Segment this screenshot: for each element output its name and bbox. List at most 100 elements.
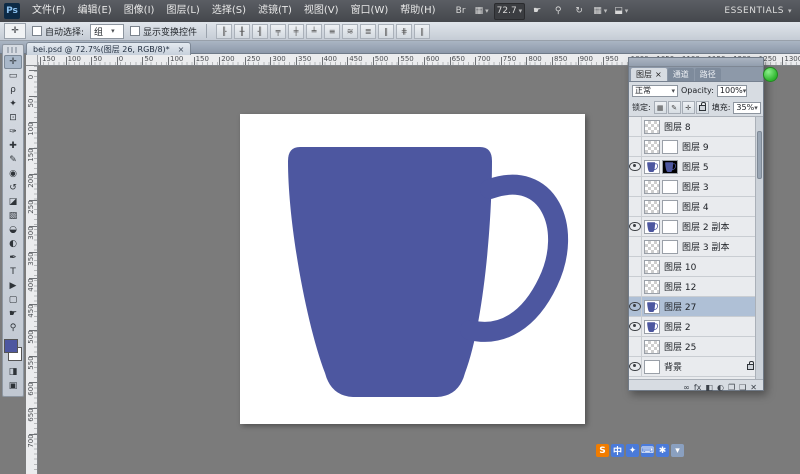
quick-mask-button[interactable]: ◨ (4, 365, 22, 379)
input-symbol-icon[interactable]: ✦ (626, 444, 639, 457)
eraser-tool[interactable]: ◪ (4, 195, 22, 209)
menu-item-4[interactable]: 选择(S) (206, 0, 252, 22)
menu-item-1[interactable]: 编辑(E) (72, 0, 118, 22)
screen-mode-button[interactable]: ▣ (4, 379, 22, 393)
align-bottom-icon[interactable]: ╧ (306, 24, 322, 39)
new-layer-icon[interactable]: ❏ (739, 383, 746, 392)
layer-row-9[interactable]: 图层 27 (629, 297, 763, 317)
layer-row-11[interactable]: 图层 25 (629, 337, 763, 357)
keyboard-icon[interactable]: ⌨ (641, 444, 654, 457)
visibility-toggle[interactable] (629, 117, 642, 136)
layer-row-3[interactable]: 图层 3 (629, 177, 763, 197)
sogou-icon[interactable]: S (596, 444, 609, 457)
layer-row-5[interactable]: 图层 2 副本 (629, 217, 763, 237)
layer-row-10[interactable]: 图层 2 (629, 317, 763, 337)
panel-dock-grip[interactable] (629, 58, 763, 67)
tab-close-icon[interactable]: × (655, 70, 662, 79)
layer-row-2[interactable]: 图层 5 (629, 157, 763, 177)
visibility-toggle[interactable] (629, 337, 642, 356)
menu-item-8[interactable]: 帮助(H) (394, 0, 441, 22)
brush-tool[interactable]: ✎ (4, 153, 22, 167)
align-hcenter-icon[interactable]: ╫ (234, 24, 250, 39)
visibility-toggle[interactable] (629, 317, 642, 336)
lasso-tool[interactable]: ρ (4, 83, 22, 97)
bridge-launch-icon[interactable]: Br (452, 4, 470, 19)
distribute-bottom-icon[interactable]: ≣ (360, 24, 376, 39)
distribute-vcenter-icon[interactable]: ≋ (342, 24, 358, 39)
menu-item-3[interactable]: 图层(L) (160, 0, 205, 22)
layer-row-4[interactable]: 图层 4 (629, 197, 763, 217)
visibility-toggle[interactable] (629, 237, 642, 256)
shape-tool[interactable]: ▢ (4, 293, 22, 307)
document-tab[interactable]: bei.psd @ 72.7%(图层 26, RGB/8)* × (26, 42, 191, 55)
blur-tool[interactable]: ◒ (4, 223, 22, 237)
link-layers-icon[interactable]: ∞ (683, 383, 690, 392)
zoom-level-box[interactable]: 72.7▾ (494, 3, 526, 20)
visibility-toggle[interactable] (629, 277, 642, 296)
pen-tool[interactable]: ✒ (4, 251, 22, 265)
add-mask-icon[interactable]: ◧ (705, 383, 713, 392)
gradient-tool[interactable]: ▧ (4, 209, 22, 223)
zoom-tool[interactable]: ⚲ (4, 321, 22, 335)
fill-dropdown[interactable]: 35% ▾ (733, 102, 760, 114)
settings-icon[interactable]: ✱ (656, 444, 669, 457)
document-canvas[interactable] (240, 114, 585, 424)
eyedropper-tool[interactable]: ✑ (4, 125, 22, 139)
input-cn-icon[interactable]: 中 (611, 444, 624, 457)
lock-position-icon[interactable]: ✛ (682, 101, 695, 114)
close-icon[interactable]: × (178, 45, 185, 54)
visibility-toggle[interactable] (629, 257, 642, 276)
layer-row-6[interactable]: 图层 3 副本 (629, 237, 763, 257)
distribute-left-icon[interactable]: ‖ (378, 24, 394, 39)
menu-item-0[interactable]: 文件(F) (26, 0, 72, 22)
layer-row-8[interactable]: 图层 12 (629, 277, 763, 297)
foreground-color-swatch[interactable] (4, 339, 18, 353)
distribute-top-icon[interactable]: ≡ (324, 24, 340, 39)
menu-item-2[interactable]: 图像(I) (118, 0, 161, 22)
visibility-toggle[interactable] (629, 197, 642, 216)
visibility-toggle[interactable] (629, 217, 642, 236)
visibility-toggle[interactable] (629, 157, 642, 176)
crop-tool[interactable]: ⊡ (4, 111, 22, 125)
lock-transparency-icon[interactable]: ▦ (654, 101, 667, 114)
visibility-toggle[interactable] (629, 297, 642, 316)
clone-stamp-tool[interactable]: ◉ (4, 167, 22, 181)
blend-mode-dropdown[interactable]: 正常 ▾ (632, 85, 678, 97)
history-brush-tool[interactable]: ↺ (4, 181, 22, 195)
checkbox-icon[interactable] (130, 26, 140, 36)
align-vcenter-icon[interactable]: ╪ (288, 24, 304, 39)
hand-tool-icon[interactable]: ☛ (528, 4, 546, 19)
hand-tool[interactable]: ☛ (4, 307, 22, 321)
menu-item-5[interactable]: 滤镜(T) (252, 0, 298, 22)
lock-pixels-icon[interactable]: ✎ (668, 101, 681, 114)
opacity-dropdown[interactable]: 100% ▾ (717, 85, 747, 97)
arrange-documents-icon[interactable]: ▦▾ (591, 4, 609, 19)
panel-tab-2[interactable]: 路径 (695, 68, 721, 81)
adjustment-layer-icon[interactable]: ◐ (717, 383, 724, 392)
path-selection-tool[interactable]: ▶ (4, 279, 22, 293)
delete-layer-icon[interactable]: ✕ (750, 383, 757, 392)
layer-row-1[interactable]: 图层 9 (629, 137, 763, 157)
rotate-view-icon[interactable]: ↻ (570, 4, 588, 19)
new-group-icon[interactable]: ❐ (728, 383, 735, 392)
auto-select-checkbox[interactable]: 自动选择: (32, 25, 84, 38)
layer-style-icon[interactable]: fx (694, 383, 702, 392)
panel-grip[interactable] (7, 47, 19, 53)
layers-scrollbar[interactable] (755, 117, 763, 379)
workspace-switcher[interactable]: ESSENTIALS ▾ (724, 6, 792, 16)
distribute-hcenter-icon[interactable]: ⋕ (396, 24, 412, 39)
scrollbar-thumb[interactable] (757, 131, 762, 179)
type-tool[interactable]: T (4, 265, 22, 279)
panel-tab-1[interactable]: 通道 (668, 68, 694, 81)
menu-item-7[interactable]: 窗口(W) (345, 0, 395, 22)
dodge-tool[interactable]: ◐ (4, 237, 22, 251)
checkbox-icon[interactable] (32, 26, 42, 36)
move-tool[interactable]: ✛ (4, 55, 22, 69)
more-icon[interactable]: ▾ (671, 444, 684, 457)
panel-tab-0[interactable]: 图层× (631, 68, 667, 81)
screen-mode-icon[interactable]: ⬓▾ (612, 4, 630, 19)
view-extras-icon[interactable]: ▦▾ (473, 4, 491, 19)
distribute-right-icon[interactable]: ∥ (414, 24, 430, 39)
layer-row-12[interactable]: 背景 (629, 357, 763, 377)
align-right-icon[interactable]: ╢ (252, 24, 268, 39)
